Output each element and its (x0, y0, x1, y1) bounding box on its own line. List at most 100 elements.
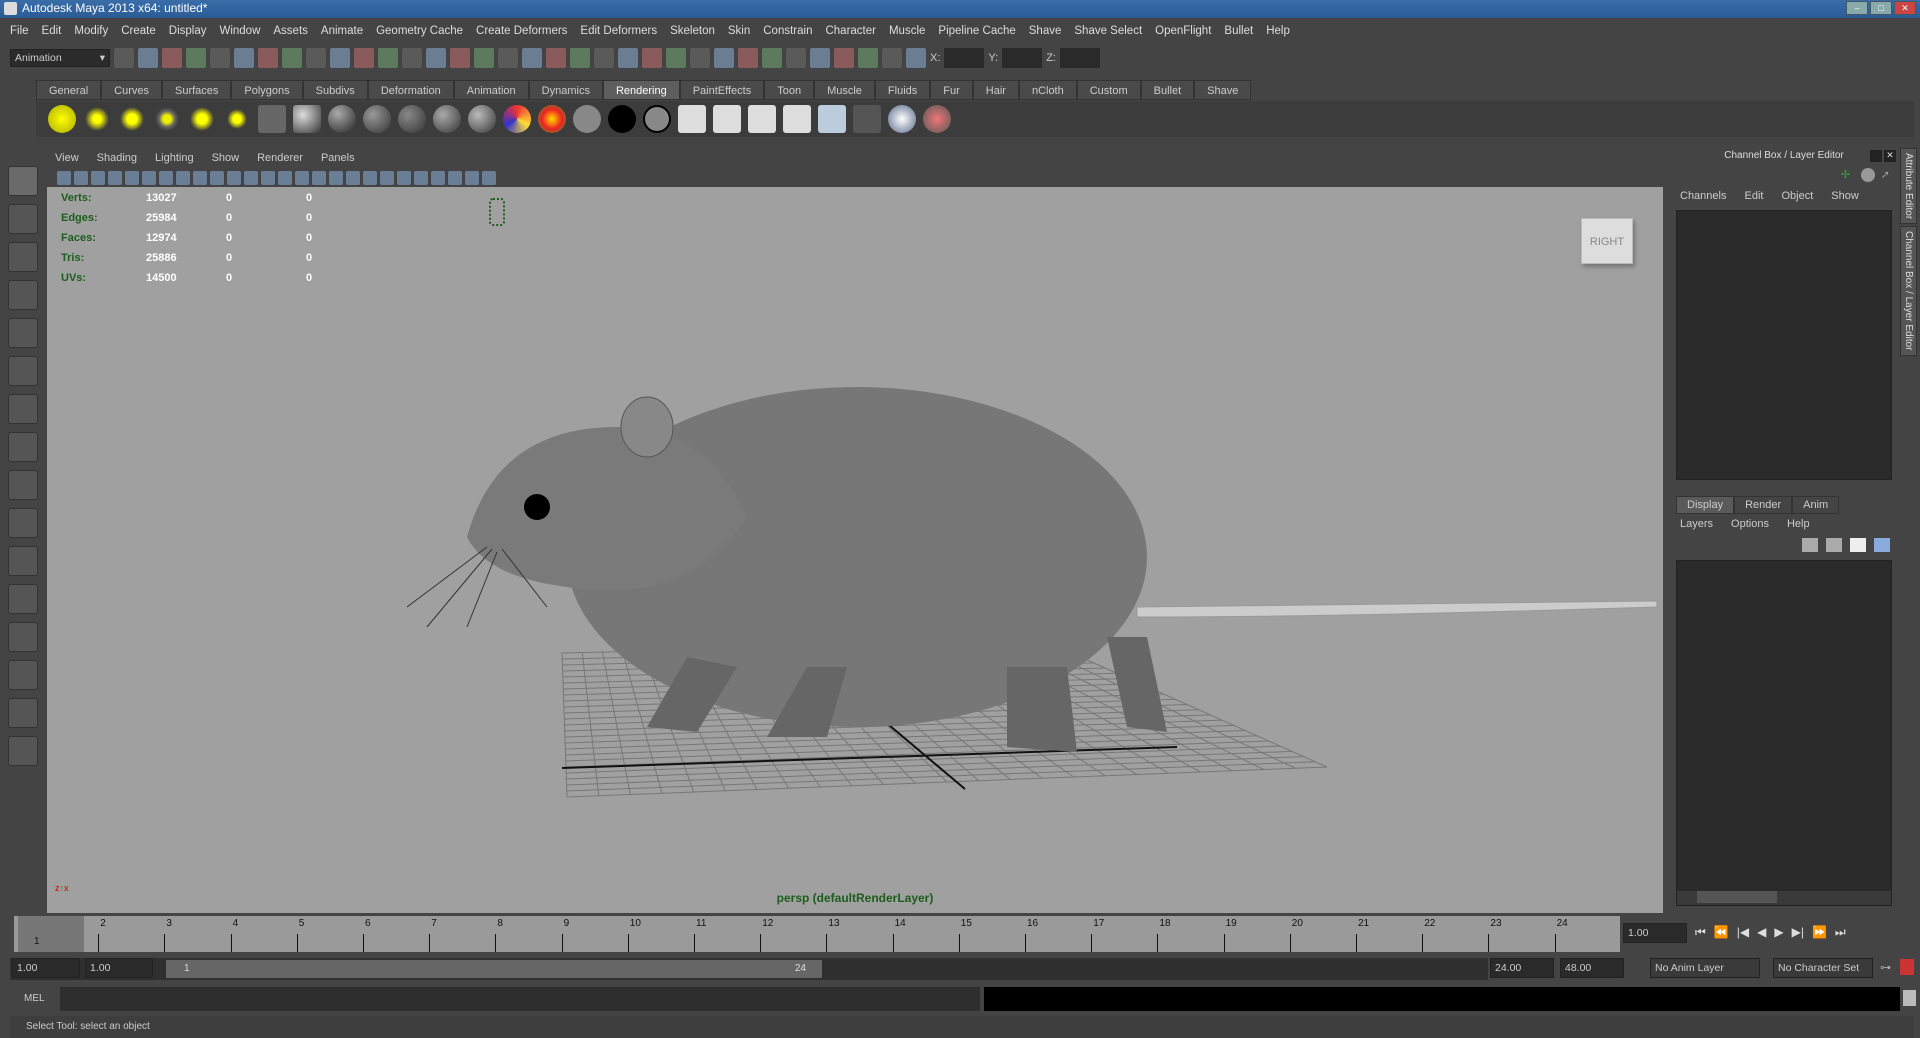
shelf-tab-deformation[interactable]: Deformation (367, 80, 454, 100)
pick-icon[interactable]: ➚ (1881, 168, 1890, 182)
panel-tool-icon[interactable] (142, 170, 156, 185)
panel-tool-icon[interactable] (329, 170, 343, 185)
mel-label[interactable]: MEL (24, 993, 45, 1004)
shelf-tab-surfaces[interactable]: Surfaces (161, 80, 232, 100)
use-background-icon[interactable] (608, 105, 636, 133)
anisotropic-icon[interactable] (293, 105, 321, 133)
shelf-tab-painteffects[interactable]: PaintEffects (679, 80, 765, 100)
directional-light-icon[interactable] (83, 105, 111, 133)
playback-end-field[interactable]: 24.00 (1490, 958, 1554, 978)
menu-animate[interactable]: Animate (321, 25, 363, 37)
move-layer-up-icon[interactable] (1802, 538, 1818, 552)
auto-key-icon[interactable]: ⊶ (1880, 961, 1891, 974)
menu-window[interactable]: Window (219, 25, 260, 37)
persp-outliner-layout-icon[interactable] (8, 622, 38, 652)
panel-tool-icon[interactable] (159, 170, 173, 185)
point-light-icon[interactable] (118, 105, 146, 133)
panel-tool-icon[interactable] (363, 170, 377, 185)
x-field[interactable] (944, 47, 985, 68)
toolbar-tool-icon[interactable] (378, 47, 398, 68)
shelf-tab-subdivs[interactable]: Subdivs (302, 80, 368, 100)
toolbar-tool-icon[interactable] (762, 47, 782, 68)
shelf-tab-fluids[interactable]: Fluids (874, 80, 931, 100)
panel-tool-icon[interactable] (397, 170, 411, 185)
panel-tool-icon[interactable] (244, 170, 258, 185)
spot-light-icon[interactable] (153, 105, 181, 133)
paint-brush-icon[interactable] (923, 105, 951, 133)
menu-skin[interactable]: Skin (728, 25, 750, 37)
z-field[interactable] (1059, 47, 1100, 68)
channel-menu-show[interactable]: Show (1831, 190, 1859, 202)
menu-modify[interactable]: Modify (74, 25, 108, 37)
playback-start-field[interactable]: 1.00 (85, 958, 153, 978)
panel-tool-icon[interactable] (380, 170, 394, 185)
toolbar-tool-icon[interactable] (306, 47, 326, 68)
panel-menu-shading[interactable]: Shading (97, 152, 137, 164)
panel-tool-icon[interactable] (108, 170, 122, 185)
panel-tool-icon[interactable] (278, 170, 292, 185)
toolbar-tool-icon[interactable] (354, 47, 374, 68)
panel-menu-renderer[interactable]: Renderer (257, 152, 303, 164)
toolbar-tool-icon[interactable] (210, 47, 230, 68)
blinn-icon[interactable] (328, 105, 356, 133)
toolbar-tool-icon[interactable] (690, 47, 710, 68)
menu-edit[interactable]: Edit (42, 25, 62, 37)
channel-menu-edit[interactable]: Edit (1744, 190, 1763, 202)
channel-menu-object[interactable]: Object (1781, 190, 1813, 202)
toolbar-tool-icon[interactable] (162, 47, 182, 68)
toolbar-tool-icon[interactable] (258, 47, 278, 68)
toolbar-tool-icon[interactable] (114, 47, 134, 68)
current-frame-marker[interactable]: 1 (18, 916, 84, 952)
layer-menu-help[interactable]: Help (1787, 518, 1810, 530)
range-slider[interactable]: 1 24 (166, 960, 822, 978)
toolbar-tool-icon[interactable] (498, 47, 518, 68)
shelf-tab-fur[interactable]: Fur (930, 80, 973, 100)
toolbar-tool-icon[interactable] (282, 47, 302, 68)
toolbar-tool-icon[interactable] (738, 47, 758, 68)
ambient-light-icon[interactable] (48, 105, 76, 133)
menu-shave-select[interactable]: Shave Select (1074, 25, 1142, 37)
menu-openflight[interactable]: OpenFlight (1155, 25, 1211, 37)
side-tab-channel-box[interactable]: Channel Box / Layer Editor (1900, 226, 1917, 356)
shelf-tab-custom[interactable]: Custom (1076, 80, 1141, 100)
command-line-input[interactable] (60, 987, 980, 1011)
menu-display[interactable]: Display (169, 25, 207, 37)
panel-menu-view[interactable]: View (55, 152, 79, 164)
last-tool-icon[interactable] (8, 508, 38, 538)
toolbar-tool-icon[interactable] (426, 47, 446, 68)
layer-menu-layers[interactable]: Layers (1680, 518, 1713, 530)
preferences-icon[interactable] (1900, 959, 1914, 975)
side-tab-attribute-editor[interactable]: Attribute Editor (1900, 148, 1917, 225)
menu-character[interactable]: Character (825, 25, 876, 37)
menu-bullet[interactable]: Bullet (1224, 25, 1253, 37)
volume-light-icon[interactable] (223, 105, 251, 133)
menu-file[interactable]: File (10, 25, 29, 37)
shading-map-icon[interactable] (538, 105, 566, 133)
maximize-button[interactable]: □ (1870, 1, 1892, 15)
shelf-tab-hair[interactable]: Hair (972, 80, 1019, 100)
toolbar-tool-icon[interactable] (618, 47, 638, 68)
toolbar-tool-icon[interactable] (786, 47, 806, 68)
render-settings-icon[interactable] (783, 105, 811, 133)
toolbar-tool-icon[interactable] (858, 47, 878, 68)
panel-tool-icon[interactable] (261, 170, 275, 185)
y-field[interactable] (1002, 47, 1043, 68)
panel-tool-icon[interactable] (295, 170, 309, 185)
render-current-icon[interactable] (713, 105, 741, 133)
layer-tab-anim[interactable]: Anim (1792, 496, 1840, 514)
single-view-layout-icon[interactable] (8, 546, 38, 576)
panel-tool-icon[interactable] (125, 170, 139, 185)
step-back-key-icon[interactable]: |◀ (1737, 925, 1749, 940)
shelf-tab-toon[interactable]: Toon (764, 80, 815, 100)
shelf-tab-general[interactable]: General (36, 80, 102, 100)
shelf-tab-dynamics[interactable]: Dynamics (528, 80, 603, 100)
panel-tool-icon[interactable] (312, 170, 326, 185)
ipr-render-icon[interactable] (748, 105, 776, 133)
toolbar-tool-icon[interactable] (906, 47, 926, 68)
layer-tab-render[interactable]: Render (1734, 496, 1793, 514)
layered-shader-icon[interactable] (398, 105, 426, 133)
phonge-icon[interactable] (468, 105, 496, 133)
animation-end-field[interactable]: 48.00 (1560, 958, 1624, 978)
horizontal-scrollbar[interactable] (1677, 891, 1891, 905)
toolbar-tool-icon[interactable] (186, 47, 206, 68)
